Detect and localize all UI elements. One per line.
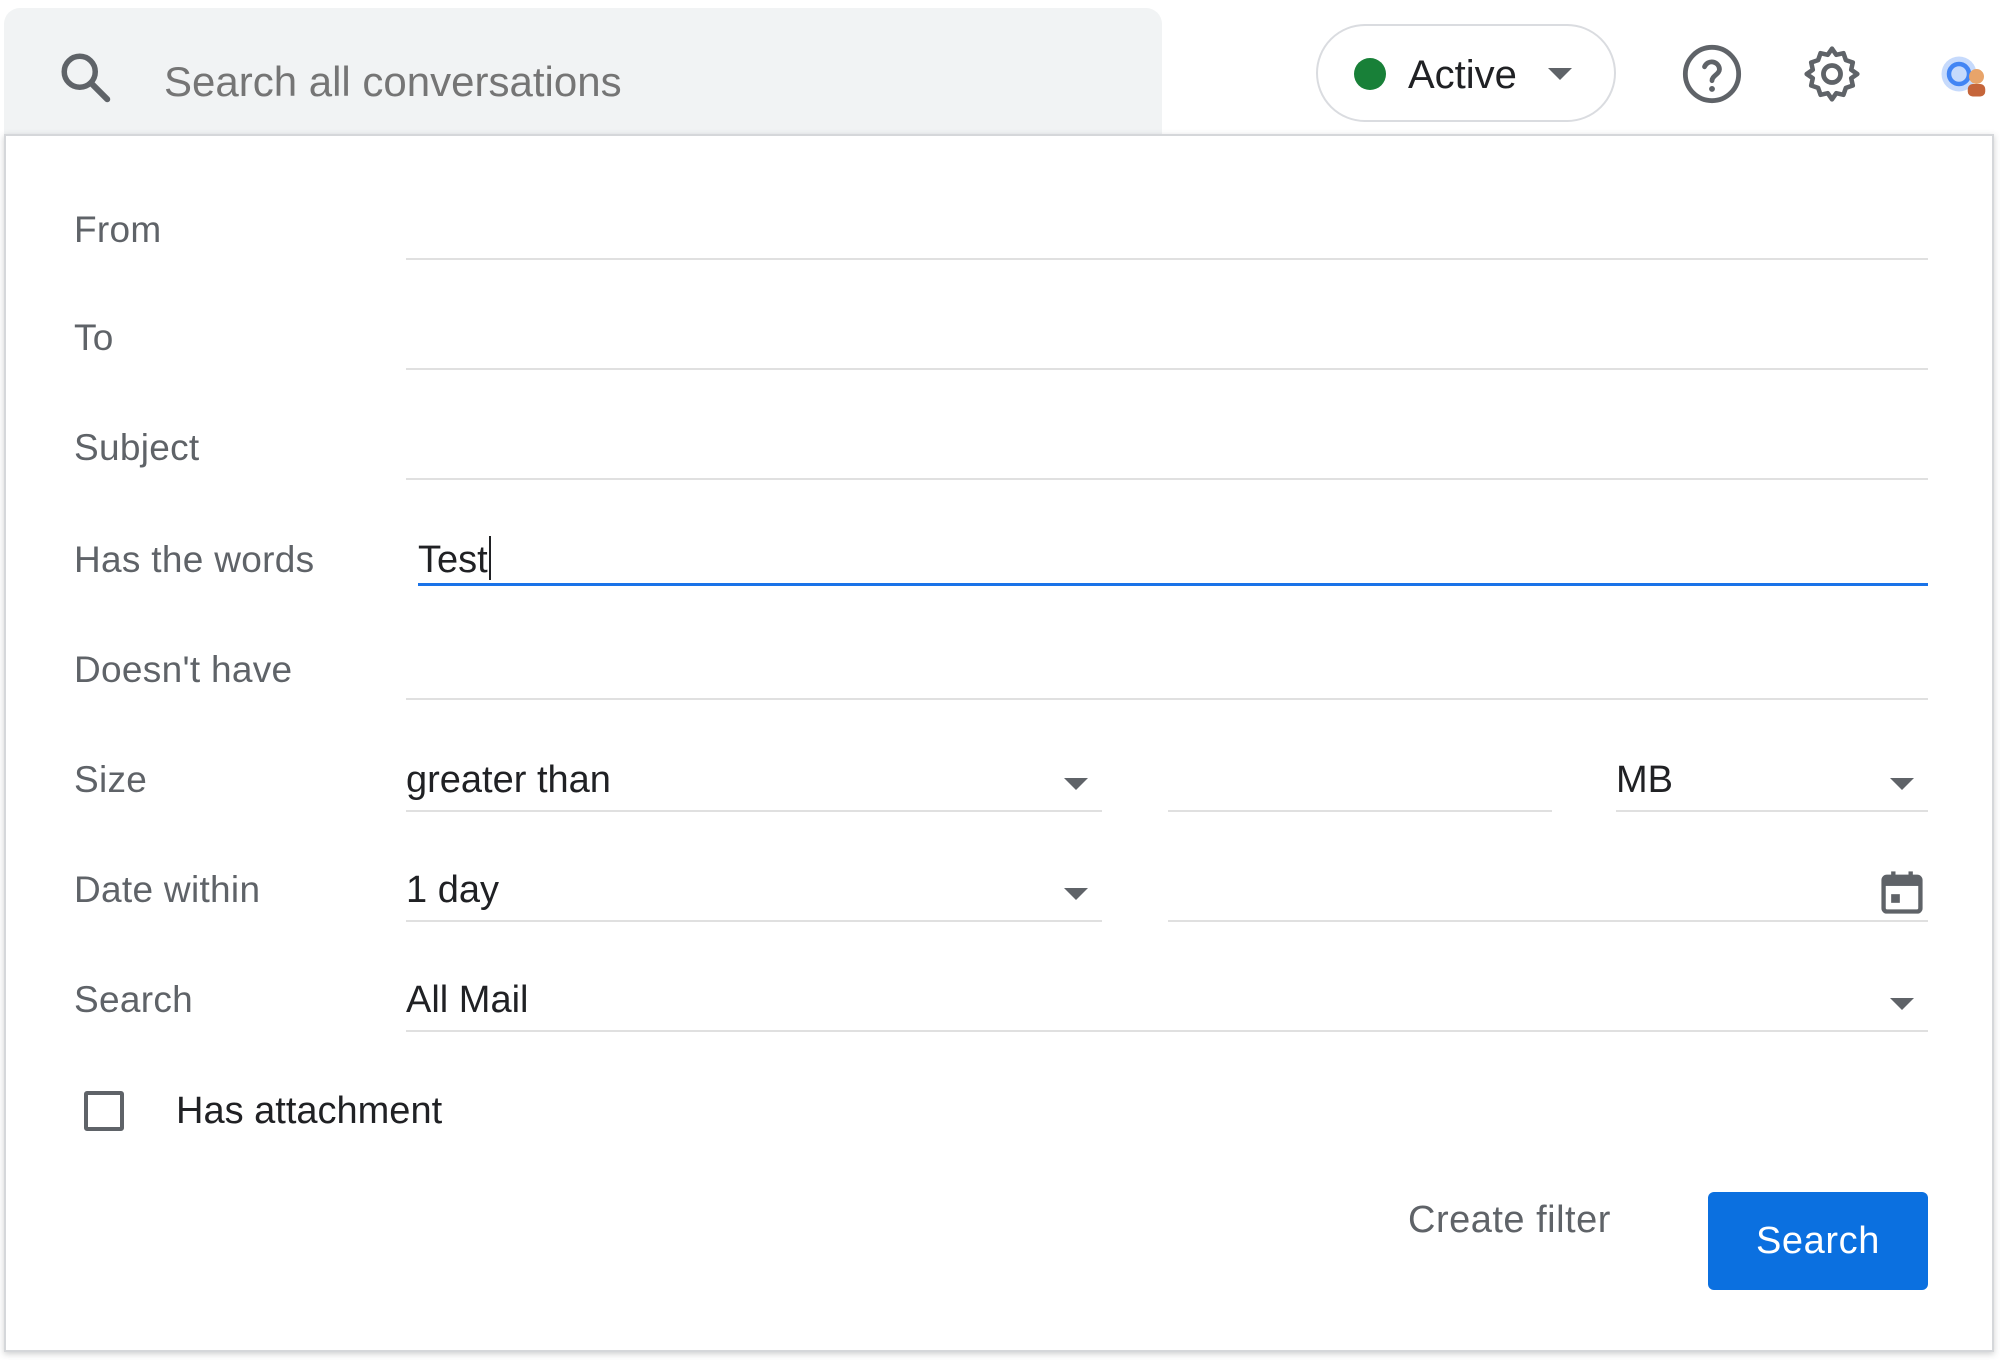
chevron-down-icon <box>1064 888 1088 900</box>
date-within-value: 1 day <box>406 869 499 911</box>
create-filter-button[interactable]: Create filter <box>1396 1190 1623 1250</box>
chevron-down-icon <box>1890 778 1914 790</box>
account-icon[interactable] <box>1934 44 1994 104</box>
size-unit-select[interactable]: MB <box>1616 756 1928 812</box>
from-field[interactable] <box>406 210 1928 260</box>
date-within-label: Date within <box>74 869 261 910</box>
doesnt-have-label: Doesn't have <box>74 649 293 690</box>
has-words-value: Test <box>418 539 488 581</box>
has-attachment-checkbox[interactable] <box>84 1091 124 1131</box>
chevron-down-icon <box>1548 68 1572 80</box>
text-cursor <box>488 536 491 580</box>
to-field[interactable] <box>406 320 1928 370</box>
chevron-down-icon <box>1890 998 1914 1010</box>
to-label: To <box>74 317 114 358</box>
search-button[interactable]: Search <box>1708 1192 1928 1290</box>
chevron-down-icon <box>1064 778 1088 790</box>
status-selector[interactable]: Active <box>1316 24 1616 122</box>
search-scope-select[interactable]: All Mail <box>406 976 1928 1032</box>
status-dot <box>1354 58 1386 90</box>
search-input[interactable] <box>164 52 964 112</box>
status-label: Active <box>1408 53 1517 97</box>
doesnt-have-field[interactable] <box>406 650 1928 700</box>
date-within-select[interactable]: 1 day <box>406 866 1102 922</box>
has-attachment-label: Has attachment <box>176 1090 443 1132</box>
date-field[interactable] <box>1168 866 1928 922</box>
has-words-field[interactable]: Test <box>418 536 1928 586</box>
has-words-label: Has the words <box>74 539 315 580</box>
size-unit-value: MB <box>1616 759 1673 801</box>
subject-label: Subject <box>74 427 200 468</box>
search-bar[interactable] <box>4 8 1162 136</box>
size-value-field[interactable] <box>1168 756 1552 812</box>
calendar-icon[interactable] <box>1876 866 1928 918</box>
search-scope-label: Search <box>74 979 194 1020</box>
search-icon[interactable] <box>56 48 116 108</box>
size-operator-select[interactable]: greater than <box>406 756 1102 812</box>
help-icon[interactable] <box>1680 42 1744 106</box>
advanced-search-panel: From To Subject Has the words Test Doesn… <box>4 134 1994 1352</box>
subject-field[interactable] <box>406 430 1928 480</box>
size-label: Size <box>74 759 148 800</box>
search-scope-value: All Mail <box>406 979 529 1021</box>
from-label: From <box>74 209 162 250</box>
size-operator-value: greater than <box>406 759 611 801</box>
gear-icon[interactable] <box>1800 42 1864 106</box>
